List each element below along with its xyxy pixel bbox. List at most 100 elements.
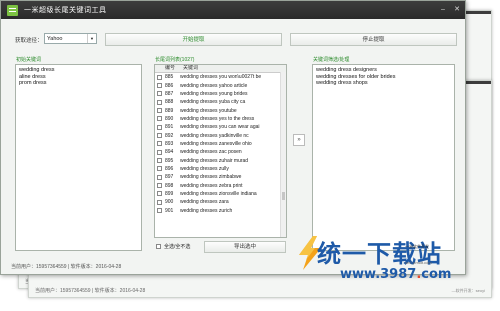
row-number: 893 — [165, 140, 174, 147]
table-row[interactable]: 893 wedding dresses zanesville ohio — [155, 140, 286, 148]
row-number: 894 — [165, 149, 174, 156]
table-row[interactable]: 894 wedding dresses zac posen — [155, 148, 286, 156]
row-keyword: wedding dresses yadkinville nc — [180, 132, 249, 139]
seed-keywords-label: 初始关键词 — [16, 57, 42, 63]
filter-item: wedding dress shops — [316, 80, 368, 86]
watermark-logo: 统一下载站 www.3987.com 一米软件开发 seo yimidt.com — [295, 226, 485, 296]
table-row[interactable]: 885 wedding dresses you won\u0027t be — [155, 73, 286, 81]
row-checkbox[interactable] — [157, 108, 162, 114]
watermark-tag-2: seo yimidt.com — [405, 260, 432, 265]
start-extract-button[interactable]: 开始提取 — [105, 33, 282, 46]
table-row[interactable]: 897 wedding dresses zimbabwe — [155, 173, 286, 181]
row-checkbox[interactable] — [157, 124, 162, 130]
row-keyword: wedding dresses zully — [180, 165, 229, 172]
table-row[interactable]: 895 wedding dresses zuhair murad — [155, 156, 286, 164]
table-row[interactable]: 887 wedding dresses young brides — [155, 90, 286, 98]
longtail-table[interactable]: 编号 关键词 885 wedding dresses you won\u0027t… — [154, 64, 287, 238]
watermark-url: www.3987.com — [340, 267, 452, 282]
row-number: 886 — [165, 82, 174, 89]
row-checkbox[interactable] — [157, 116, 162, 122]
row-checkbox[interactable] — [157, 208, 162, 214]
row-checkbox[interactable] — [157, 91, 162, 97]
table-row[interactable]: 889 wedding dresses youtube — [155, 106, 286, 114]
row-keyword: wedding dresses zac posen — [180, 149, 242, 156]
table-row[interactable]: 890 wedding dresses yes to the dress — [155, 115, 286, 123]
table-row[interactable]: 888 wedding dresses yuba city ca — [155, 98, 286, 106]
row-checkbox[interactable] — [157, 199, 162, 205]
row-checkbox[interactable] — [157, 74, 162, 80]
source-label: 获取途径： — [15, 38, 43, 44]
source-select-value: Yahoo — [47, 36, 63, 42]
table-row[interactable]: 886 wedding dresses yahoo article — [155, 81, 286, 89]
row-keyword: wedding dresses zuhair murad — [180, 157, 249, 164]
table-row[interactable]: 900 wedding dresses zara — [155, 198, 286, 206]
row-checkbox[interactable] — [157, 149, 162, 155]
row-number: 900 — [165, 199, 174, 206]
row-number: 887 — [165, 90, 174, 97]
row-keyword: wedding dresses zanesville ohio — [180, 140, 252, 147]
row-checkbox[interactable] — [157, 141, 162, 147]
longtail-list-label: 长尾词列表(1027) — [155, 57, 195, 63]
table-row[interactable]: 891 wedding dresses you can wear agai — [155, 123, 286, 131]
row-keyword: wedding dresses zebra print — [180, 182, 243, 189]
select-all-checkbox[interactable] — [156, 244, 161, 249]
stop-extract-button[interactable]: 停止提取 — [290, 33, 457, 46]
row-number: 885 — [165, 74, 174, 81]
row-checkbox[interactable] — [157, 166, 162, 172]
vertical-scrollbar[interactable] — [280, 72, 286, 237]
app-logo-icon — [7, 4, 18, 16]
filter-label: 关键词筛选/处理 — [313, 57, 350, 63]
row-keyword: wedding dresses you can wear agai — [180, 124, 260, 131]
row-keyword: wedding dresses zurich — [180, 207, 233, 214]
row-checkbox[interactable] — [157, 133, 162, 139]
row-checkbox[interactable] — [157, 83, 162, 89]
scrollbar-thumb[interactable] — [282, 192, 285, 200]
minimize-icon[interactable]: – — [439, 4, 447, 15]
filter-textarea[interactable]: wedding dress designers wedding dresses … — [312, 64, 455, 251]
row-keyword: wedding dresses yahoo article — [180, 82, 248, 89]
table-row[interactable]: 901 wedding dresses zurich — [155, 207, 286, 215]
seed-item: prom dress — [19, 80, 47, 86]
chevron-down-icon[interactable]: ▼ — [87, 34, 96, 43]
row-keyword: wedding dresses you won\u0027t be — [180, 74, 262, 81]
row-number: 890 — [165, 115, 174, 122]
table-row[interactable]: 892 wedding dresses yadkinville nc — [155, 131, 286, 139]
row-keyword: wedding dresses zionsville indiana — [180, 190, 257, 197]
move-right-button[interactable]: » — [293, 134, 305, 146]
watermark-tag: 一米软件开发 — [405, 244, 429, 249]
row-keyword: wedding dresses young brides — [180, 90, 248, 97]
window-title: 一米超级长尾关键词工具 — [24, 7, 107, 14]
row-checkbox[interactable] — [157, 174, 162, 180]
row-number: 895 — [165, 157, 174, 164]
row-keyword: wedding dresses zara — [180, 199, 229, 206]
table-header: 编号 关键词 — [155, 65, 286, 73]
row-number: 892 — [165, 132, 174, 139]
row-number: 901 — [165, 207, 174, 214]
row-number: 889 — [165, 107, 174, 114]
row-keyword: wedding dresses zimbabwe — [180, 174, 242, 181]
close-icon[interactable]: ✕ — [453, 4, 461, 15]
table-row[interactable]: 898 wedding dresses zebra print — [155, 181, 286, 189]
title-bar[interactable]: 一米超级长尾关键词工具 – ✕ — [1, 1, 465, 19]
row-number: 898 — [165, 182, 174, 189]
row-number: 899 — [165, 190, 174, 197]
row-number: 891 — [165, 124, 174, 131]
select-all-control[interactable]: 全选/全不选 — [154, 243, 190, 250]
column-header-keyword[interactable]: 关键词 — [183, 65, 198, 72]
export-selected-button[interactable]: 导出选中 — [204, 241, 286, 253]
row-checkbox[interactable] — [157, 191, 162, 197]
row-keyword: wedding dresses youtube — [180, 107, 237, 114]
status-bar: 当前用户：15957364559 | 软件版本：2016-04-28 — [11, 264, 122, 270]
row-checkbox[interactable] — [157, 183, 162, 189]
table-row[interactable]: 899 wedding dresses zionsville indiana — [155, 190, 286, 198]
row-keyword: wedding dresses yes to the dress — [180, 115, 255, 122]
table-row[interactable]: 896 wedding dresses zully — [155, 165, 286, 173]
row-keyword: wedding dresses yuba city ca — [180, 99, 246, 106]
source-select[interactable]: Yahoo ▼ — [44, 33, 97, 44]
row-checkbox[interactable] — [157, 158, 162, 164]
seed-keywords-textarea[interactable]: wedding dress aline dress prom dress — [15, 64, 142, 251]
row-number: 888 — [165, 99, 174, 106]
row-checkbox[interactable] — [157, 99, 162, 105]
ghost-footer-2: 当前用户：15957364559 | 软件版本：2016-04-28 — [35, 288, 146, 294]
column-header-number[interactable]: 编号 — [155, 65, 183, 72]
